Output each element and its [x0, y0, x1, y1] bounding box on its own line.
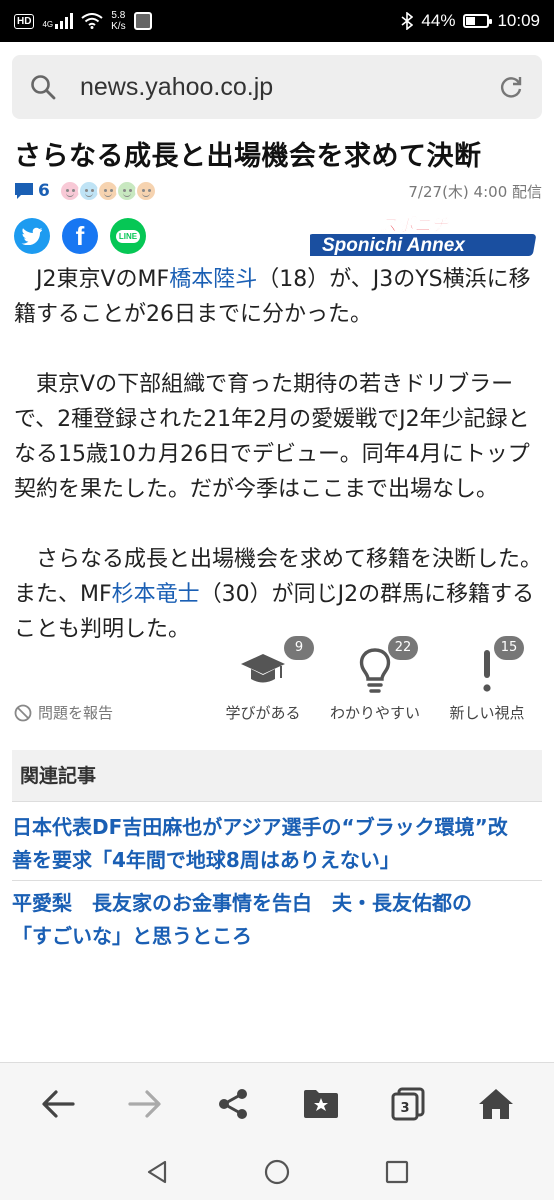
- report-problem-link[interactable]: 問題を報告: [14, 702, 113, 723]
- battery-icon: [463, 14, 493, 28]
- reaction-perspective-button[interactable]: 15 新しい視点: [432, 636, 542, 723]
- share-row: f LINE スポニチ Sponichi Annex: [14, 216, 542, 256]
- divider: [12, 880, 542, 881]
- tabs-icon: 3: [391, 1087, 425, 1120]
- arrow-right-icon: [128, 1089, 162, 1118]
- article-meta: 6 7/27(木) 4:00 配信: [14, 176, 542, 206]
- search-icon: [31, 75, 56, 100]
- sponichi-annex-logo[interactable]: スポニチ Sponichi Annex: [310, 214, 542, 258]
- nav-recents-icon[interactable]: [385, 1160, 409, 1184]
- comment-count[interactable]: 6: [38, 181, 50, 201]
- address-bar[interactable]: news.yahoo.co.jp: [12, 55, 542, 119]
- net-speed: 5.8 K/s: [111, 10, 126, 32]
- facebook-share-button[interactable]: f: [62, 218, 98, 254]
- twitter-share-button[interactable]: [14, 218, 50, 254]
- back-button[interactable]: [34, 1080, 82, 1128]
- bluetooth-icon: [401, 12, 414, 30]
- prohibited-icon: [14, 704, 32, 721]
- article-body: J2東京VのMF橋本陸斗（18）が、J3のYS横浜に移籍することが26日までに分…: [14, 262, 544, 682]
- signal-4g-icon: 4G: [42, 13, 74, 29]
- player-link-hashimoto[interactable]: 橋本陸斗: [169, 267, 257, 292]
- reaction-learn-button[interactable]: 9 学びがある: [208, 636, 318, 723]
- browser-toolbar: 3: [0, 1062, 554, 1144]
- reaction-faces[interactable]: [58, 180, 157, 202]
- paragraph: 東京Vの下部組織で育った期待の若きドリブラーで、2種登録された21年2月の愛媛戦…: [14, 372, 530, 502]
- paragraph: J2東京VのMF橋本陸斗（18）が、J3のYS横浜に移籍することが26日までに分…: [14, 267, 531, 327]
- url-text[interactable]: news.yahoo.co.jp: [80, 73, 273, 102]
- hd-icon: HD: [14, 13, 35, 29]
- nav-back-icon[interactable]: [145, 1160, 169, 1184]
- twitter-icon: [21, 227, 42, 245]
- player-link-sugimoto[interactable]: 杉本竜士: [112, 582, 200, 607]
- app-notification-icon: [133, 12, 152, 30]
- reload-icon[interactable]: [498, 74, 524, 100]
- home-icon: [479, 1088, 514, 1119]
- reaction-count: 15: [494, 636, 524, 660]
- wifi-icon: [81, 13, 103, 29]
- share-button[interactable]: [209, 1080, 257, 1128]
- tabs-button[interactable]: 3: [384, 1080, 432, 1128]
- facebook-icon: f: [75, 220, 85, 251]
- system-nav-bar: [0, 1144, 554, 1200]
- home-button[interactable]: [472, 1080, 520, 1128]
- arrow-left-icon: [42, 1089, 75, 1118]
- related-item[interactable]: 日本代表DF吉田麻也がアジア選手の“ブラック環境”改 善を要求「4年間で地球8周…: [12, 811, 542, 877]
- reaction-bar: 問題を報告 9 学びがある 22 わかりやすい 15 新しい視点: [0, 628, 554, 728]
- publish-datetime: 7/27(木) 4:00 配信: [408, 182, 542, 201]
- face-icon: [134, 180, 157, 202]
- reaction-label: わかりやすい: [329, 704, 420, 722]
- bookmark-folder-icon: [303, 1089, 338, 1118]
- graduation-cap-icon: [241, 654, 285, 683]
- comment-icon[interactable]: [14, 182, 34, 200]
- bookmarks-button[interactable]: [297, 1080, 345, 1128]
- line-icon: LINE: [115, 229, 141, 243]
- svg-text:スポニチ: スポニチ: [380, 216, 449, 236]
- svg-text:Sponichi Annex: Sponichi Annex: [322, 235, 466, 256]
- related-item[interactable]: 平愛梨 長友家のお金事情を告白 夫・長友佑都の 「すごいな」と思うところ: [12, 887, 542, 1062]
- line-share-button[interactable]: LINE: [110, 218, 146, 254]
- nav-home-icon[interactable]: [264, 1159, 290, 1185]
- forward-button[interactable]: [121, 1080, 169, 1128]
- related-header: 関連記事: [12, 750, 542, 802]
- reaction-count: 9: [284, 636, 314, 660]
- reaction-clear-button[interactable]: 22 わかりやすい: [320, 636, 430, 723]
- share-icon: [219, 1088, 248, 1119]
- clock: 10:09: [497, 11, 540, 30]
- article-title: さらなる成長と出場機会を求めて決断: [14, 141, 482, 172]
- reaction-label: 新しい視点: [449, 704, 525, 722]
- svg-text:3: 3: [401, 1101, 410, 1116]
- reaction-count: 22: [388, 636, 418, 660]
- battery-percent: 44%: [421, 11, 456, 30]
- reaction-label: 学びがある: [225, 704, 301, 722]
- status-bar: HD 4G 5.8 K/s 44% 10:09: [0, 0, 554, 42]
- browser-header: news.yahoo.co.jp: [0, 42, 554, 132]
